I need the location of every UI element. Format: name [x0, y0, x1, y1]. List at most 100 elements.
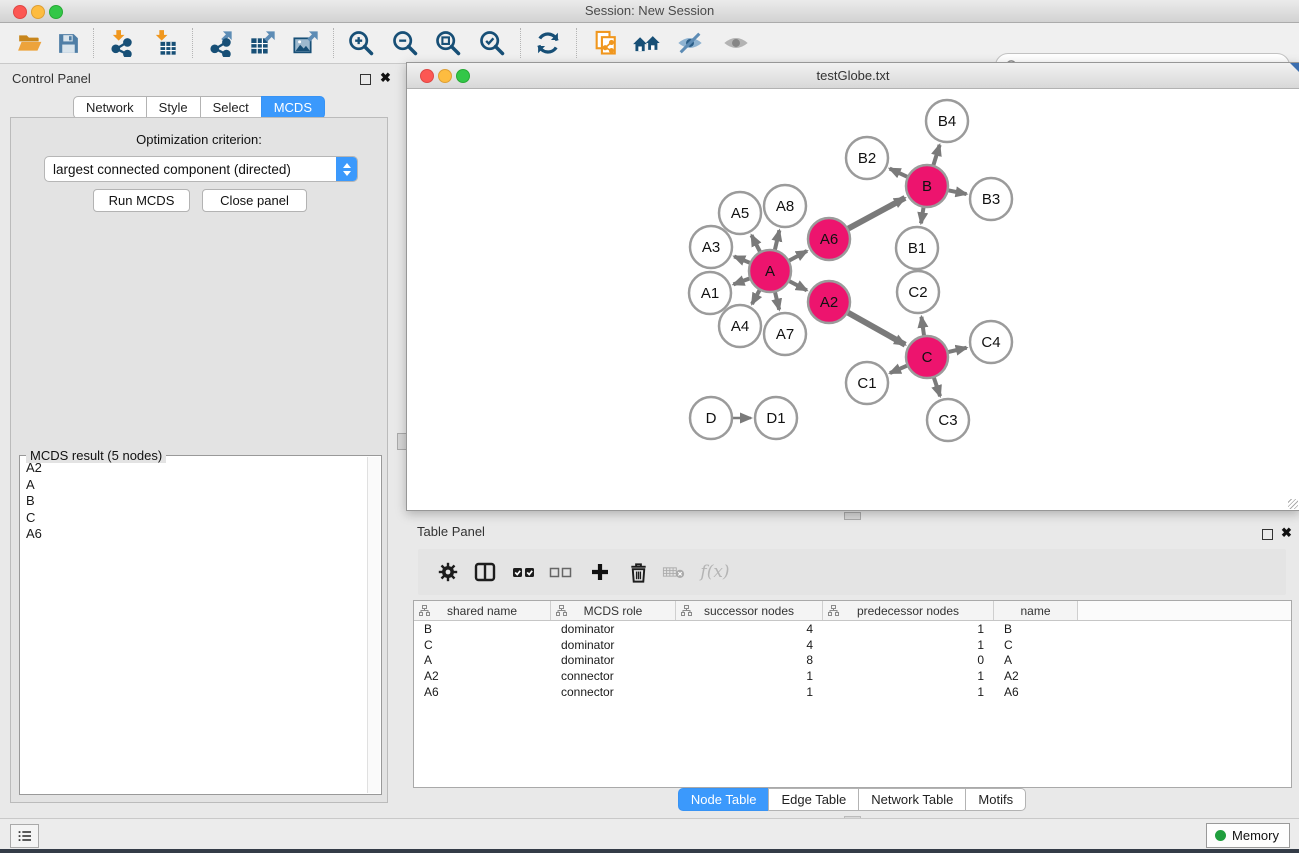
export-network-button[interactable]	[202, 26, 238, 60]
cell-predecessor-nodes: 1	[823, 669, 994, 683]
export-image-button[interactable]	[288, 26, 324, 60]
column-header-name[interactable]: name	[994, 601, 1078, 620]
table-tab-network-table[interactable]: Network Table	[858, 788, 966, 811]
float-panel-icon[interactable]	[360, 74, 371, 85]
node-A3[interactable]: A3	[690, 226, 732, 268]
network-window-title: testGlobe.txt	[407, 68, 1299, 83]
close-table-panel-icon[interactable]: ✖	[1281, 525, 1292, 541]
zoom-out-icon	[391, 29, 419, 57]
node-C2[interactable]: C2	[897, 271, 939, 313]
node-label: B3	[982, 191, 1000, 208]
table-row[interactable]: A2connector11A2	[414, 668, 1291, 684]
cell-predecessor-nodes: 1	[823, 622, 994, 636]
table-row[interactable]: Cdominator41C	[414, 637, 1291, 653]
table-tab-node-table[interactable]: Node Table	[678, 788, 770, 811]
node-A4[interactable]: A4	[719, 305, 761, 347]
zoom-in-button[interactable]	[343, 26, 379, 60]
table-panel-tabs: Node TableEdge TableNetwork TableMotifs	[405, 788, 1299, 811]
node-C[interactable]: C	[906, 336, 948, 378]
open-folder-icon	[16, 30, 44, 56]
zoom-selected-button[interactable]	[474, 26, 510, 60]
memory-button[interactable]: Memory	[1206, 823, 1290, 848]
run-mcds-button[interactable]: Run MCDS	[93, 189, 190, 212]
refresh-view-button[interactable]	[530, 26, 566, 60]
hide-selected-button[interactable]	[672, 26, 708, 60]
node-B[interactable]: B	[906, 165, 948, 207]
node-A[interactable]: A	[749, 250, 791, 292]
first-neighbors-button[interactable]	[629, 26, 665, 60]
mcds-result-item[interactable]: A6	[21, 526, 367, 543]
mcds-result-item[interactable]: B	[21, 493, 367, 510]
table-row[interactable]: A6connector11A6	[414, 684, 1291, 700]
detach-view-handle[interactable]	[1290, 63, 1299, 72]
zoom-fit-button[interactable]	[430, 26, 466, 60]
table-row[interactable]: Adominator80A	[414, 653, 1291, 669]
horizontal-split-grip[interactable]	[844, 512, 861, 520]
delete-table-button[interactable]	[657, 555, 691, 589]
node-A7[interactable]: A7	[764, 313, 806, 355]
import-table-button[interactable]	[146, 26, 182, 60]
show-columns-button[interactable]	[468, 555, 502, 589]
open-file-button[interactable]	[12, 26, 48, 60]
column-header-predecessor-nodes[interactable]: predecessor nodes	[823, 601, 994, 620]
node-label: A5	[731, 205, 749, 222]
cell-MCDS-role: dominator	[551, 622, 676, 636]
cell-MCDS-role: connector	[551, 685, 676, 699]
new-network-from-selection-button[interactable]	[588, 26, 624, 60]
node-B2[interactable]: B2	[846, 137, 888, 179]
criterion-select[interactable]: largest connected component (directed)	[44, 156, 358, 182]
network-window-titlebar: testGlobe.txt	[407, 63, 1299, 89]
export-table-button[interactable]	[245, 26, 281, 60]
network-graph[interactable]: B4 B2 B B3 A8 A5 A6 A3 B1 A A1 C2 A2 A4A7 C4 C C1 C3 D D1	[407, 89, 1297, 509]
task-history-button[interactable]	[10, 824, 39, 848]
tab-select[interactable]: Select	[200, 96, 262, 119]
node-A8[interactable]: A8	[764, 185, 806, 227]
column-header-successor-nodes[interactable]: successor nodes	[676, 601, 823, 620]
node-C4[interactable]: C4	[970, 321, 1012, 363]
cell-predecessor-nodes: 0	[823, 653, 994, 667]
control-panel: Control Panel ✖ NetworkStyleSelectMCDS O…	[8, 68, 390, 805]
column-header-MCDS-role[interactable]: MCDS role	[551, 601, 676, 620]
float-table-panel-icon[interactable]	[1262, 529, 1273, 540]
close-panel-icon[interactable]: ✖	[380, 70, 391, 86]
mcds-result-item[interactable]: A2	[21, 460, 367, 477]
mcds-result-groupbox: MCDS result (5 nodes) A2ABCA6	[19, 455, 382, 795]
tab-network[interactable]: Network	[73, 96, 147, 119]
column-header-shared-name[interactable]: shared name	[414, 601, 551, 620]
function-builder-button[interactable]: f(x)	[694, 555, 736, 589]
node-A5[interactable]: A5	[719, 192, 761, 234]
zoom-out-button[interactable]	[387, 26, 423, 60]
mcds-result-item[interactable]: A	[21, 477, 367, 494]
table-tab-edge-table[interactable]: Edge Table	[768, 788, 859, 811]
delete-column-button[interactable]	[621, 555, 655, 589]
mcds-result-item[interactable]: C	[21, 510, 367, 527]
save-session-button[interactable]	[50, 26, 86, 60]
node-A2[interactable]: A2	[808, 281, 850, 323]
tab-mcds[interactable]: MCDS	[261, 96, 325, 119]
optimization-criterion-label: Optimization criterion:	[11, 132, 387, 147]
result-scrollbar[interactable]	[367, 457, 380, 793]
table-row[interactable]: Bdominator41B	[414, 621, 1291, 637]
select-stepper[interactable]	[336, 157, 357, 181]
table-tab-motifs[interactable]: Motifs	[965, 788, 1026, 811]
node-B1[interactable]: B1	[896, 227, 938, 269]
node-A1[interactable]: A1	[689, 272, 731, 314]
node-B4[interactable]: B4	[926, 100, 968, 142]
window-resize-handle[interactable]	[1288, 499, 1298, 509]
node-B3[interactable]: B3	[970, 178, 1012, 220]
node-C1[interactable]: C1	[846, 362, 888, 404]
deselect-all-button[interactable]	[544, 555, 578, 589]
tab-style[interactable]: Style	[146, 96, 201, 119]
select-all-button[interactable]	[507, 555, 541, 589]
node-table: shared nameMCDS rolesuccessor nodesprede…	[413, 600, 1292, 788]
network-canvas[interactable]: B4 B2 B B3 A8 A5 A6 A3 B1 A A1 C2 A2 A4A7 C4 C C1 C3 D D1	[407, 89, 1297, 509]
node-A6[interactable]: A6	[808, 218, 850, 260]
node-D1[interactable]: D1	[755, 397, 797, 439]
node-C3[interactable]: C3	[927, 399, 969, 441]
show-all-button[interactable]	[718, 26, 754, 60]
add-column-button[interactable]	[583, 555, 617, 589]
import-network-button[interactable]	[103, 26, 139, 60]
table-settings-button[interactable]	[431, 555, 465, 589]
node-D[interactable]: D	[690, 397, 732, 439]
close-panel-button[interactable]: Close panel	[202, 189, 307, 212]
